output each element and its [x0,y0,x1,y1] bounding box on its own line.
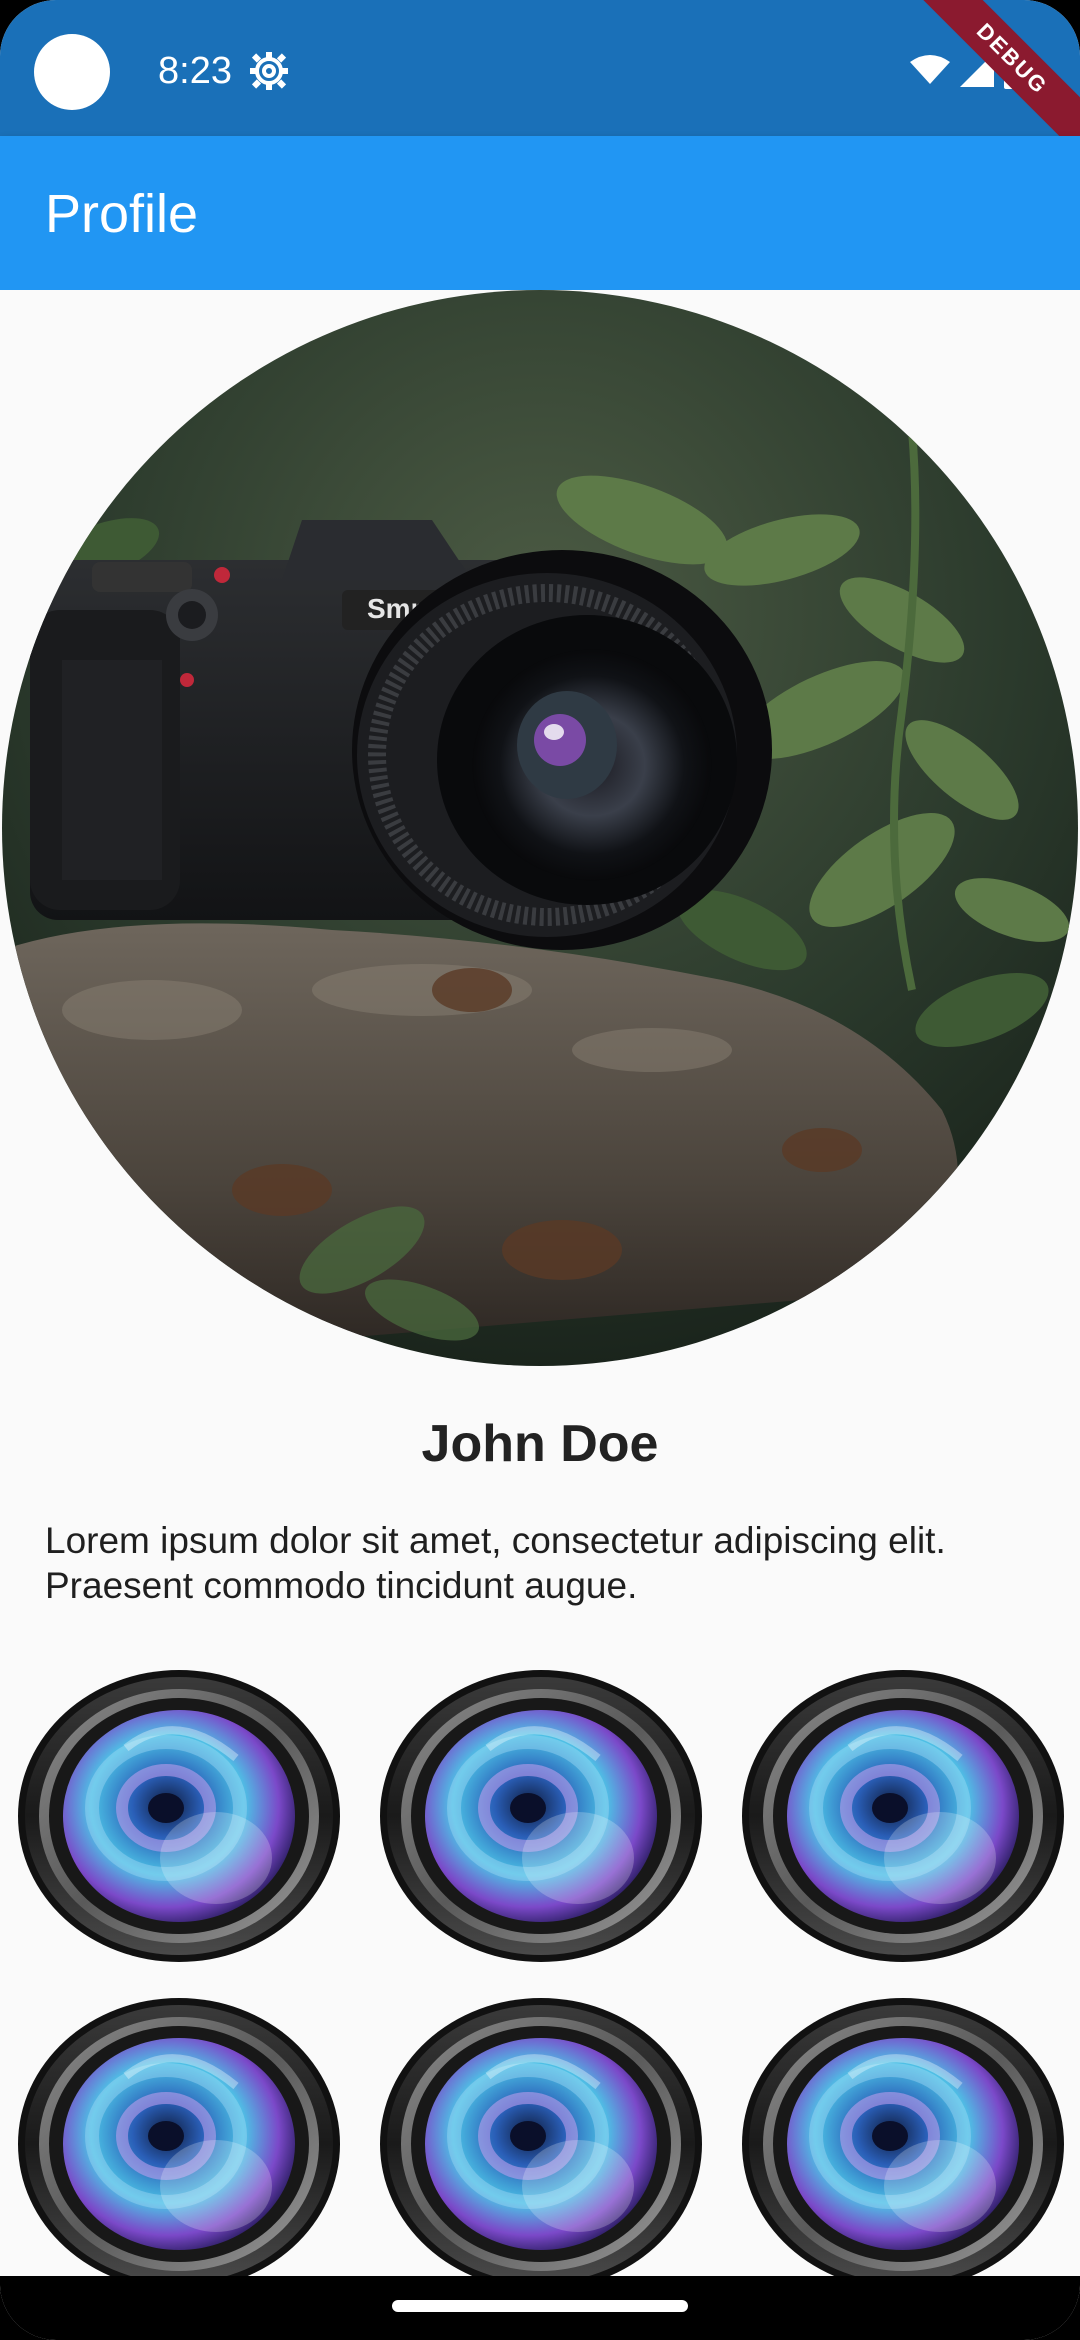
app-bar: Profile [0,136,1080,290]
wifi-icon [910,54,950,91]
front-camera-cutout [34,34,110,110]
camera-lens-icon [740,1668,1066,1964]
status-time: 8:23 [158,50,232,92]
gallery-item[interactable] [740,1996,1066,2292]
phone-screen: 8:23 DEBUG Profile John Doe Lorem ipsum … [0,0,1080,2340]
camera-lens-icon [378,1996,704,2292]
camera-lens-icon [378,1668,704,1964]
settings-gear-icon [248,50,290,92]
gallery-item[interactable] [740,1668,1066,1964]
gallery-item[interactable] [378,1996,704,2292]
system-navigation-bar [0,2276,1080,2340]
gallery-item[interactable] [378,1668,704,1964]
camera-lens-icon [16,1996,342,2292]
camera-lens-icon [740,1996,1066,2292]
gallery-item[interactable] [16,1996,342,2292]
page-title: Profile [45,184,199,244]
gallery-item[interactable] [16,1668,342,1964]
camera-lens-icon [16,1668,342,1964]
profile-photo: Smnuvn [2,290,1078,1366]
photo-gallery-grid [16,1668,1066,2292]
profile-bio: Lorem ipsum dolor sit amet, consectetur … [45,1520,946,1606]
home-indicator[interactable] [392,2300,688,2312]
profile-content: Smnuvn J [0,290,1080,2276]
status-bar: 8:23 DEBUG [0,0,1080,166]
profile-name: John Doe [421,1415,659,1473]
